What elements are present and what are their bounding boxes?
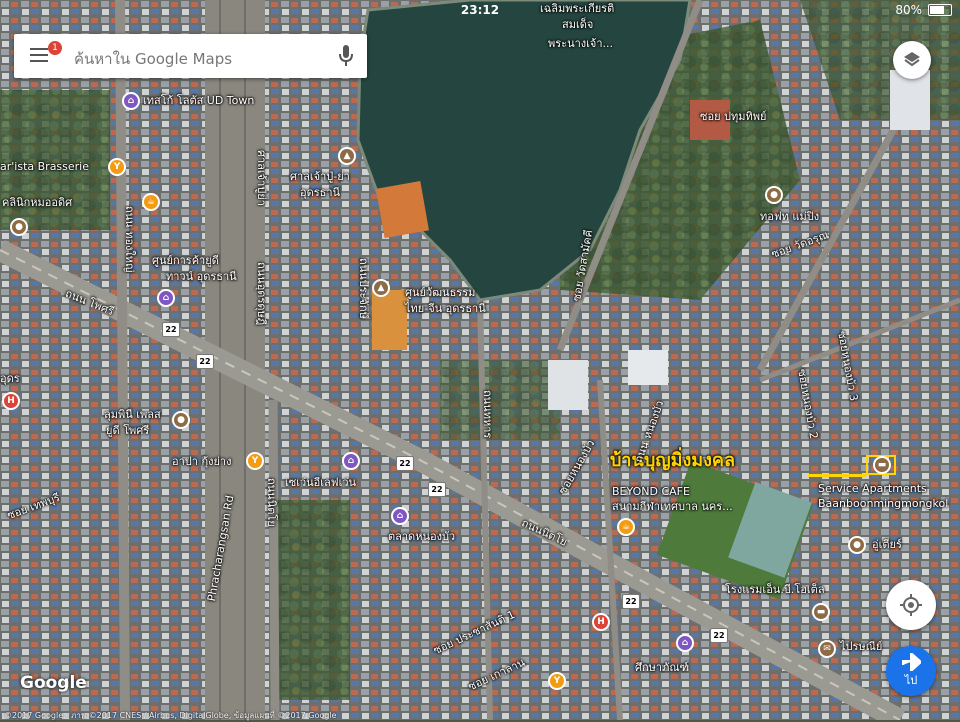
seven-icon[interactable]: ⌂ xyxy=(342,452,360,470)
apartment-icon[interactable]: ● xyxy=(172,411,190,429)
post-office-icon[interactable]: ✉ xyxy=(818,640,836,658)
food-icon[interactable]: Y xyxy=(548,672,566,690)
status-bar: 23:12 80% xyxy=(0,0,960,20)
shrine-label-1[interactable]: ศาลเจ้าปู่-ย่า xyxy=(290,170,350,183)
road-thongyai-label: ถนน ทองใหญ่ xyxy=(123,206,136,273)
annotation-line xyxy=(808,474,866,477)
ud-center-label-1[interactable]: ศูนย์การค้ายูดี xyxy=(152,254,219,267)
copyright-text[interactable]: ©2017 Google - ภาพ ©2017 CNES / Airbus, … xyxy=(4,709,336,722)
directions-arrow-icon xyxy=(902,653,921,671)
road-prachak-label: ถนนประจักษ์ xyxy=(357,258,370,319)
market-label[interactable]: ตลาดหนองบัว xyxy=(388,530,455,543)
tesco-label[interactable]: เทสโก้ โลตัส UD Town xyxy=(143,94,254,107)
directions-button[interactable]: ไป xyxy=(886,646,936,696)
udon-label[interactable]: อุดร xyxy=(0,372,20,385)
restaurant-icon[interactable]: Y xyxy=(108,158,126,176)
shrine-icon[interactable]: ▲ xyxy=(338,147,356,165)
status-right: 80% xyxy=(895,3,952,17)
battery-icon xyxy=(928,4,952,16)
battery-percent: 80% xyxy=(895,3,922,17)
battery-fill xyxy=(930,6,945,14)
crosshair-icon xyxy=(900,594,922,616)
route-22-shield: 22 xyxy=(428,482,446,497)
my-location-button[interactable] xyxy=(886,580,936,630)
ut-tier-label[interactable]: อู่เตียร์ xyxy=(872,538,902,551)
culture-center-label-1[interactable]: ศูนย์วัฒนธรรม xyxy=(405,286,475,299)
road-nitayo-label: ถนนนิตโย xyxy=(265,478,278,527)
hospital-icon-2[interactable]: H xyxy=(592,613,610,631)
ut-tier-icon[interactable]: ● xyxy=(848,536,866,554)
beyond-cafe-label[interactable]: BEYOND CAFE xyxy=(612,485,690,498)
google-logo: Google xyxy=(20,673,87,693)
ud-center-label-2[interactable]: ทาวน์ อุดรธานี xyxy=(166,270,237,283)
arpa-label[interactable]: อาปา กุ้งย่าง xyxy=(172,455,231,468)
layers-button[interactable] xyxy=(893,41,931,79)
route-22-shield: 22 xyxy=(162,322,180,337)
beyond-cafe-icon[interactable]: ☕ xyxy=(617,518,635,536)
stadium-label[interactable]: สนามกีฬาเทศบาล นคร... xyxy=(612,500,733,513)
lake-label-2: สมเด็จ xyxy=(562,18,594,31)
layers-icon xyxy=(904,52,920,67)
post-office-label[interactable]: ไปรษณีย์ xyxy=(840,640,882,653)
suksaphan-label[interactable]: ศึกษาภัณฑ์ xyxy=(635,661,689,674)
road-thanon-tahaan-label: ถนนทหาร xyxy=(481,390,494,439)
status-time: 23:12 xyxy=(460,3,500,17)
seven-label[interactable]: เซเว่นอีเลฟเว่น xyxy=(285,476,356,489)
road-sanlamjo-label: ศาลเจ้าปู่ย่า xyxy=(255,150,268,206)
hospital-icon[interactable]: H xyxy=(2,392,20,410)
route-22-shield: 22 xyxy=(196,354,214,369)
route-22-shield: 22 xyxy=(622,594,640,609)
clinic-label[interactable]: คลินิกหมออดิศ xyxy=(2,196,72,209)
mae-ping-label[interactable]: ทอฟท แม่ปิง xyxy=(760,210,819,223)
route-22-shield: 22 xyxy=(396,456,414,471)
directions-label: ไป xyxy=(904,674,918,687)
nb-hotel-label[interactable]: โรงแรมเอ็น.บี.โฮเต็ล xyxy=(725,583,825,596)
service-apartments-label-2[interactable]: Baanboonmingmongkol xyxy=(818,497,948,510)
arpa-restaurant-icon[interactable]: Y xyxy=(246,452,264,470)
barista-label[interactable]: ar'ista Brasserie xyxy=(0,160,89,173)
cafe-mae-ping-icon[interactable]: ● xyxy=(765,186,783,204)
search-bar[interactable]: 1 ค้นหาใน Google Maps xyxy=(14,34,367,78)
notification-badge: 1 xyxy=(48,41,62,55)
shrine-label-2[interactable]: อุดรธานี xyxy=(300,186,340,199)
cafe-icon[interactable]: ☕ xyxy=(142,193,160,211)
lumphini-label-2[interactable]: ยูดี โพศรี xyxy=(106,424,149,437)
shopping-icon[interactable]: ⌂ xyxy=(122,92,140,110)
microphone-icon[interactable] xyxy=(339,45,353,67)
lumphini-label-1[interactable]: ลุมพินี เพลส xyxy=(104,408,161,421)
market-icon[interactable]: ⌂ xyxy=(391,507,409,525)
mall-icon[interactable]: ⌂ xyxy=(157,289,175,307)
culture-center-label-2[interactable]: ไทย-จีน อุดรธานี xyxy=(405,302,486,315)
search-input[interactable]: ค้นหาใน Google Maps xyxy=(74,47,232,71)
road-pathum-label: ซอย ปทุมทิพย์ xyxy=(700,110,767,123)
bookstore-icon[interactable]: ⌂ xyxy=(676,634,694,652)
hotel-thai-label[interactable]: บ้านบุญมิ่งมงคล xyxy=(610,452,735,470)
nb-hotel-icon[interactable]: ▬ xyxy=(812,603,830,621)
menu-icon[interactable] xyxy=(30,48,48,62)
service-apartments-label-1[interactable]: Service Apartments xyxy=(818,482,927,495)
lake-label-1: เฉลิมพระเกียรติ xyxy=(540,2,615,15)
lake-label-3: พระนางเจ้า... xyxy=(548,37,614,50)
culture-center-icon[interactable]: ▲ xyxy=(372,279,390,297)
route-22-shield: 22 xyxy=(710,628,728,643)
hotel-icon[interactable]: ▬ xyxy=(873,456,891,474)
road-udon-dusadee-label: ถนนอุดรดุษฎี xyxy=(255,262,268,326)
clinic-icon[interactable]: ● xyxy=(10,218,28,236)
